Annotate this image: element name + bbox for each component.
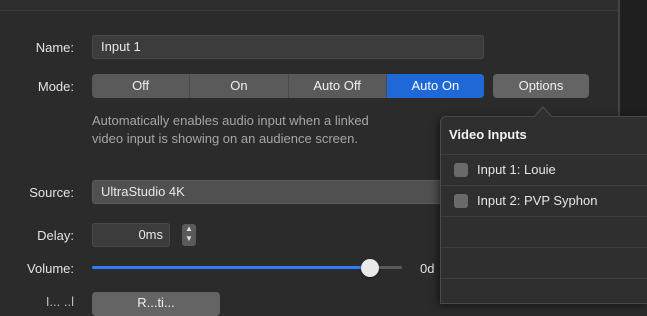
volume-slider[interactable]	[92, 266, 402, 269]
name-field[interactable]: Input 1	[92, 35, 484, 59]
empty-row	[441, 278, 647, 309]
stepper-up-icon[interactable]: ▲	[182, 224, 196, 234]
mode-off-segment[interactable]: Off	[92, 74, 191, 98]
mode-description: Automatically enables audio input when a…	[92, 112, 472, 148]
video-inputs-popover: Video Inputs Input 1: Louie Input 2: PVP…	[440, 116, 647, 304]
delay-stepper[interactable]: ▲ ▼	[182, 224, 196, 246]
video-input-row-2[interactable]: Input 2: PVP Syphon	[441, 185, 647, 216]
mode-segmented-control[interactable]: Off On Auto Off Auto On	[92, 74, 484, 98]
popover-title: Video Inputs	[449, 127, 527, 142]
video-input-row-1[interactable]: Input 1: Louie	[441, 154, 647, 185]
volume-slider-fill	[92, 266, 362, 269]
delay-label: Delay:	[37, 228, 74, 243]
mode-description-line-1: Automatically enables audio input when a…	[92, 113, 369, 128]
partial-row-button[interactable]: R...ti...	[92, 292, 220, 316]
checkbox[interactable]	[454, 163, 468, 177]
source-popup[interactable]: UltraStudio 4K	[92, 180, 452, 204]
mode-auto-off-segment[interactable]: Auto Off	[289, 74, 387, 98]
checkbox[interactable]	[454, 194, 468, 208]
mode-label: Mode:	[37, 79, 74, 94]
mode-description-line-2: video input is showing on an audience sc…	[92, 131, 358, 146]
window-top-bar	[0, 0, 620, 11]
video-input-label: Input 2: PVP Syphon	[477, 193, 598, 208]
options-button[interactable]: Options	[493, 74, 589, 98]
mode-on-segment[interactable]: On	[190, 74, 289, 98]
volume-label: Volume:	[27, 261, 74, 276]
mode-auto-on-segment[interactable]: Auto On	[386, 74, 484, 98]
stepper-down-icon[interactable]: ▼	[182, 234, 196, 244]
name-label: Name:	[35, 40, 74, 55]
popover-arrow-fill	[534, 108, 552, 118]
empty-row	[441, 247, 647, 278]
volume-slider-knob[interactable]	[361, 259, 379, 277]
video-input-label: Input 1: Louie	[477, 162, 556, 177]
delay-field[interactable]: 0ms	[92, 223, 170, 247]
source-label: Source:	[29, 185, 74, 200]
volume-value: 0d	[420, 261, 435, 276]
empty-row	[441, 216, 647, 247]
